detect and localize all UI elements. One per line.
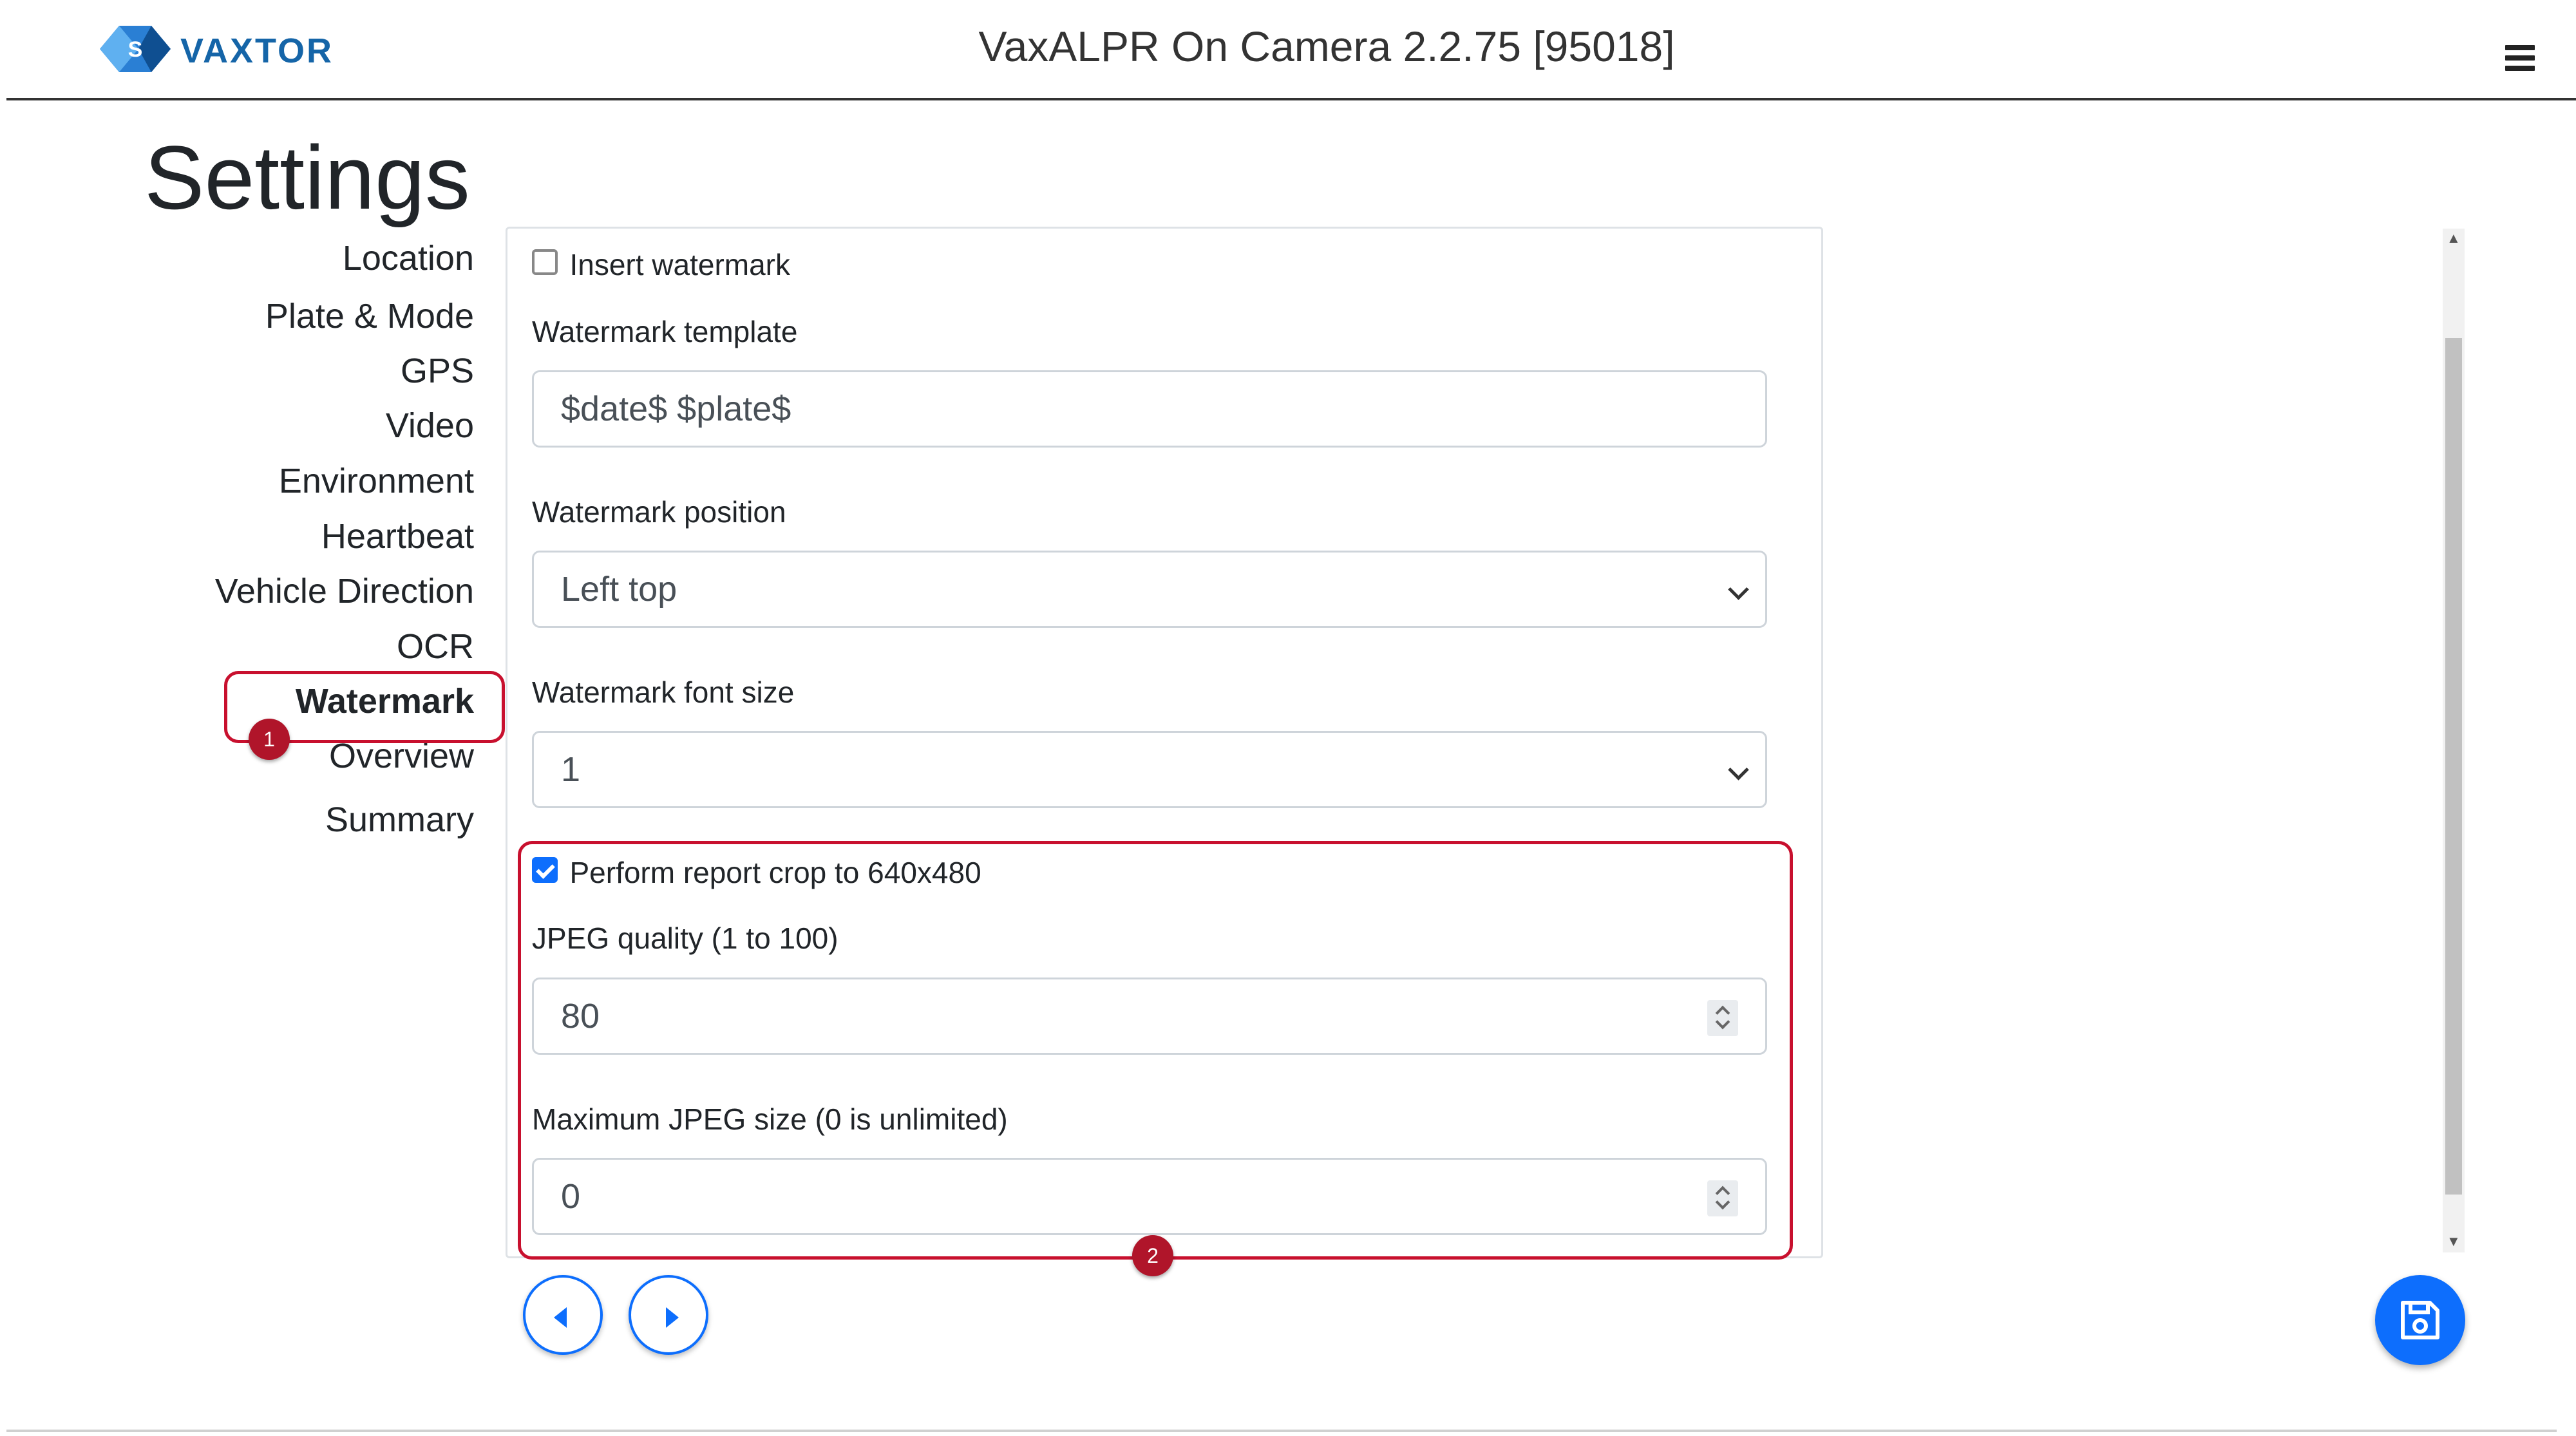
hamburger-menu-icon[interactable] — [2505, 45, 2535, 71]
annotation-badge-2: 2 — [1132, 1235, 1173, 1276]
previous-button[interactable] — [523, 1275, 603, 1355]
watermark-position-label: Watermark position — [532, 495, 786, 529]
jpeg-quality-value: 80 — [561, 997, 600, 1035]
caret-right-icon — [666, 1307, 679, 1328]
scroll-thumb[interactable] — [2445, 338, 2462, 1195]
chevron-down-icon — [1728, 759, 1749, 780]
sidebar-item-environment[interactable]: Environment — [279, 461, 474, 501]
logo-mark-icon: S — [100, 26, 171, 72]
page-title: Settings — [144, 127, 470, 228]
jpeg-quality-label: JPEG quality (1 to 100) — [532, 921, 838, 955]
watermark-template-value: $date$ $plate$ — [561, 390, 791, 428]
insert-watermark-label: Insert watermark — [569, 248, 790, 281]
max-jpeg-size-label: Maximum JPEG size (0 is unlimited) — [532, 1102, 1008, 1136]
watermark-position-value: Left top — [561, 570, 677, 609]
scroll-down-icon[interactable]: ▼ — [2447, 1233, 2461, 1250]
logo-text: VAXTOR — [180, 32, 334, 70]
report-crop-row[interactable]: Perform report crop to 640x480 — [532, 855, 981, 894]
max-jpeg-size-value: 0 — [561, 1177, 581, 1216]
vaxtor-logo[interactable]: S VAXTOR — [100, 23, 345, 75]
insert-watermark-checkbox[interactable] — [532, 249, 558, 275]
jpeg-quality-stepper[interactable] — [1707, 1000, 1738, 1036]
sidebar-item-location[interactable]: Location — [343, 238, 474, 278]
max-jpeg-size-input[interactable]: 0 — [532, 1158, 1767, 1235]
max-jpeg-size-stepper[interactable] — [1707, 1180, 1738, 1216]
caret-left-icon — [554, 1307, 567, 1328]
insert-watermark-row[interactable]: Insert watermark — [532, 247, 790, 286]
watermark-position-select[interactable]: Left top — [532, 551, 1767, 628]
sidebar-item-gps[interactable]: GPS — [401, 351, 474, 391]
svg-text:S: S — [128, 37, 143, 62]
watermark-template-label: Watermark template — [532, 315, 798, 348]
sidebar-item-plate-mode[interactable]: Plate & Mode — [265, 296, 474, 336]
report-crop-checkbox[interactable] — [532, 857, 558, 883]
next-button[interactable] — [629, 1275, 708, 1355]
watermark-template-input[interactable]: $date$ $plate$ — [532, 370, 1767, 448]
sidebar-item-vehicle-direction[interactable]: Vehicle Direction — [215, 571, 474, 611]
save-button[interactable] — [2375, 1275, 2465, 1365]
jpeg-quality-input[interactable]: 80 — [532, 978, 1767, 1055]
watermark-font-size-label: Watermark font size — [532, 675, 795, 709]
sidebar-item-video[interactable]: Video — [386, 406, 474, 446]
watermark-font-size-value: 1 — [561, 750, 581, 789]
chevron-down-icon — [1728, 579, 1749, 600]
top-bar: S VAXTOR VaxALPR On Camera 2.2.75 [95018… — [6, 0, 2576, 100]
scroll-up-icon[interactable]: ▲ — [2447, 230, 2461, 247]
save-icon — [2401, 1301, 2439, 1339]
panel-scrollbar[interactable]: ▲ ▼ — [2443, 229, 2465, 1252]
sidebar-item-summary[interactable]: Summary — [325, 800, 474, 840]
report-crop-label: Perform report crop to 640x480 — [569, 856, 981, 889]
app-title: VaxALPR On Camera 2.2.75 [95018] — [978, 23, 1675, 70]
annotation-badge-1: 1 — [249, 719, 290, 760]
watermark-font-size-select[interactable]: 1 — [532, 731, 1767, 808]
sidebar-item-heartbeat[interactable]: Heartbeat — [321, 516, 474, 556]
sidebar-item-ocr[interactable]: OCR — [397, 627, 474, 666]
footer-divider — [6, 1430, 2557, 1432]
